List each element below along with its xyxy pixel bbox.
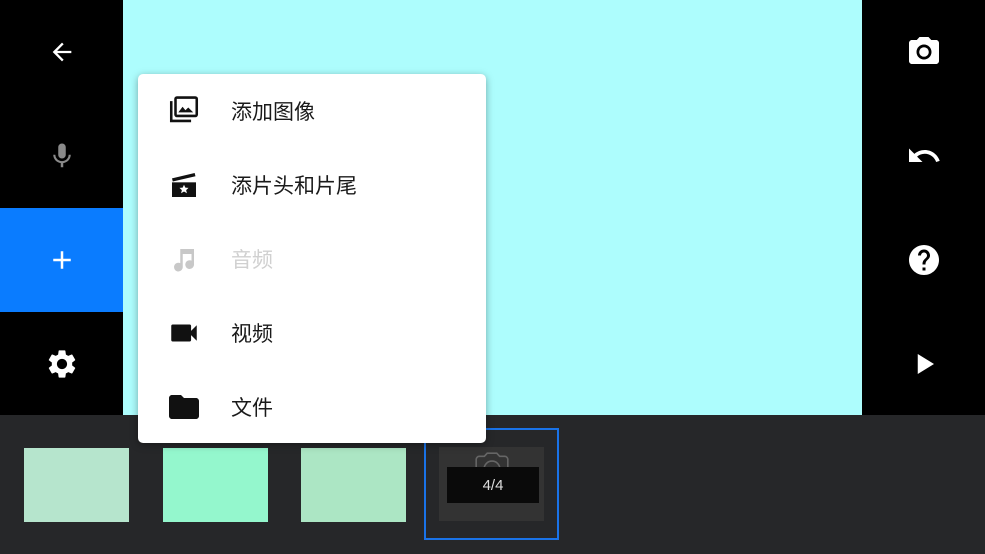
title-card-icon: [166, 167, 202, 203]
video-camera-icon: [166, 315, 202, 351]
camera-icon: [908, 37, 939, 64]
undo-button[interactable]: [862, 104, 985, 208]
images-icon: [166, 93, 202, 129]
undo-icon: [908, 148, 940, 162]
arrow-back-icon: [52, 42, 71, 62]
menu-item-label: 视频: [231, 321, 273, 346]
add-button[interactable]: [0, 208, 123, 312]
menu-item-label: 添片头和片尾: [231, 173, 357, 198]
menu-item-add-image[interactable]: 添加图像: [138, 74, 486, 147]
back-button[interactable]: [0, 0, 123, 104]
slide-thumbnail-2[interactable]: [163, 448, 268, 522]
help-icon: [908, 245, 939, 275]
plus-icon: [52, 251, 71, 269]
left-toolbar: [0, 0, 123, 415]
play-icon: [917, 354, 934, 374]
menu-item-add-title-card[interactable]: 添片头和片尾: [138, 148, 486, 221]
slide-counter: 4/4: [447, 467, 539, 503]
camera-button[interactable]: [862, 0, 985, 104]
slide-thumbnail-3[interactable]: [301, 448, 406, 522]
menu-item-audio: 音频: [138, 222, 486, 295]
slide-thumbnail-1[interactable]: [24, 448, 129, 522]
microphone-icon: [52, 143, 71, 168]
record-audio-button[interactable]: [0, 104, 123, 208]
settings-button[interactable]: [0, 312, 123, 416]
folder-icon: [166, 389, 202, 425]
menu-item-video[interactable]: 视频: [138, 296, 486, 369]
slide-thumbnail-4-selected[interactable]: 4/4: [424, 428, 559, 540]
menu-item-label: 添加图像: [231, 99, 315, 124]
new-slide-placeholder: 4/4: [439, 447, 544, 521]
gear-icon: [48, 350, 75, 378]
play-button[interactable]: [862, 312, 985, 416]
add-menu: 添加图像 添片头和片尾 音频 视频 文件: [138, 74, 486, 443]
menu-item-file[interactable]: 文件: [138, 370, 486, 443]
menu-item-label: 文件: [231, 395, 273, 420]
right-toolbar: [862, 0, 985, 415]
menu-item-label: 音频: [231, 247, 273, 272]
help-button[interactable]: [862, 208, 985, 312]
music-note-icon: [166, 241, 202, 277]
